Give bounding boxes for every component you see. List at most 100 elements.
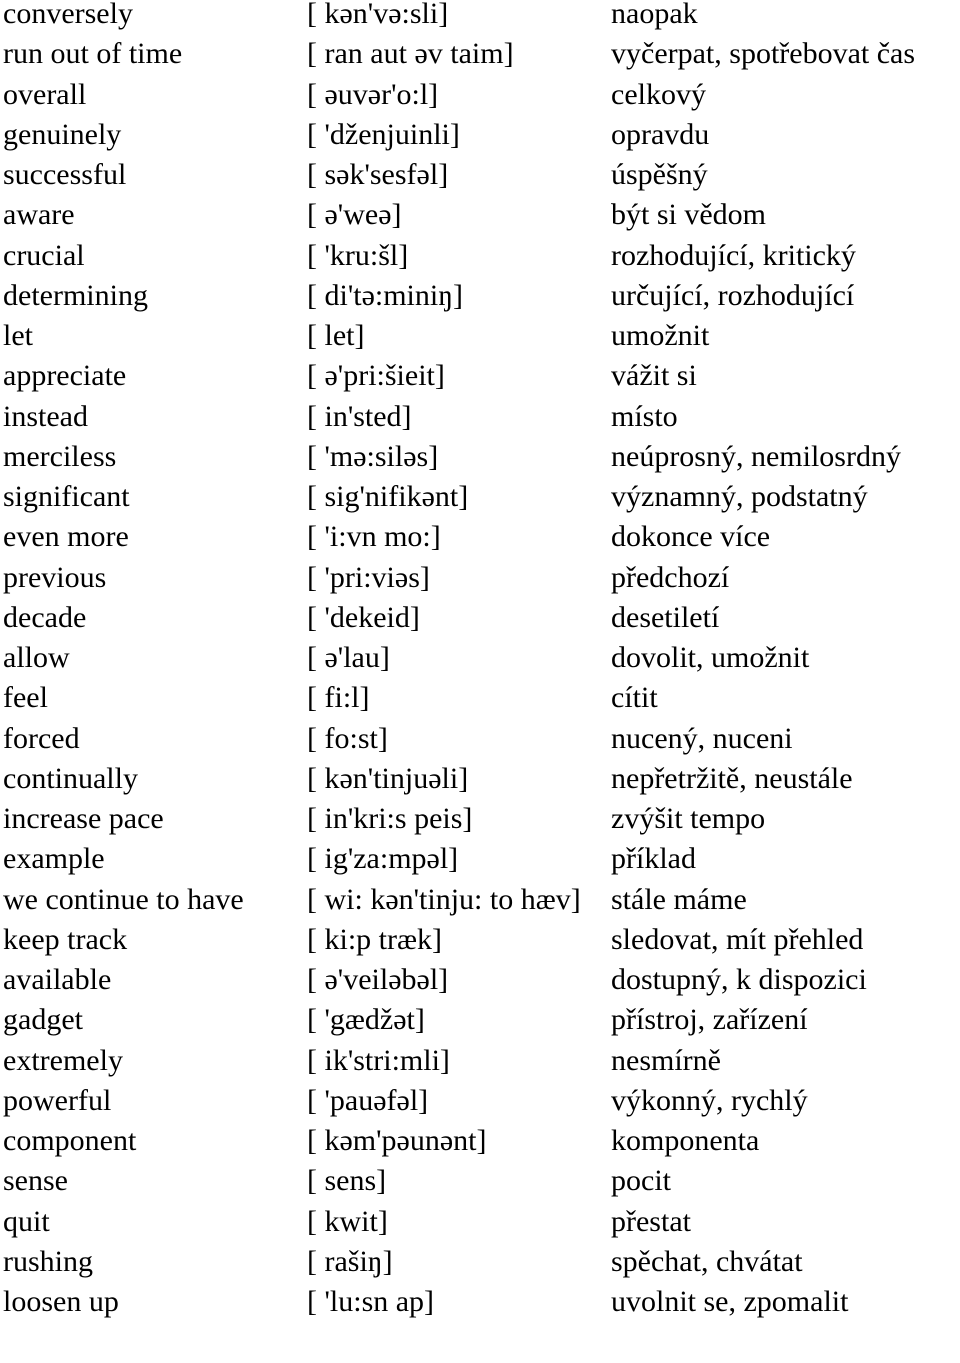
pronunciation: [ ə'lau] [307,641,390,674]
vocabulary-row: increase pace [ in'kri:s peis] zvýšit te… [0,799,960,839]
pronunciation: [ 'dženjuinli] [307,117,460,151]
pronunciation: [ ran aut əv taim] [307,37,514,71]
pronunciation: [ ik'stri:mli] [307,1043,450,1077]
vocabulary-row: component [ kəm'pəunənt] komponenta [0,1121,960,1161]
pronunciation: [ ə'weə] [307,198,402,232]
pronunciation: [ 'dekeid] [307,600,420,634]
czech-translation: nepřetržitě, neustále [611,761,853,795]
english-term: decade [3,600,87,634]
czech-translation: určující, rozhodující [611,278,855,312]
czech-translation: nucený, nuceni [611,721,793,755]
english-term: increase pace [3,802,164,835]
english-term: loosen up [3,1285,119,1318]
english-term: genuinely [3,117,122,151]
czech-translation: zvýšit tempo [611,802,766,835]
czech-translation: příklad [611,842,696,876]
pronunciation: [ di'tə:miniŋ] [307,278,464,312]
czech-translation: sledovat, mít přehled [611,922,864,956]
english-term: successful [3,158,127,191]
english-term: continually [3,761,138,795]
vocabulary-row: conversely [ kən'və:sli] naopak [0,0,960,34]
czech-translation: cítit [611,681,658,715]
pronunciation: [ 'mə:siləs] [307,439,439,473]
vocabulary-row: we continue to have [ wi: kən'tinju: to … [0,880,960,920]
vocabulary-row: overall [ əuvər'o:l] celkový [0,75,960,115]
pronunciation: [ 'pri:viəs] [307,560,430,594]
pronunciation: [ ə'pri:šieit] [307,359,445,393]
czech-translation: nesmírně [611,1043,721,1077]
english-term: aware [3,198,75,232]
pronunciation: [ ig'za:mpəl] [307,842,459,876]
pronunciation: [ let] [307,319,365,352]
english-term: feel [3,681,48,715]
vocabulary-row: extremely [ ik'stri:mli] nesmírně [0,1041,960,1081]
english-term: extremely [3,1043,123,1077]
pronunciation: [ sək'sesfəl] [307,158,449,191]
czech-translation: předchozí [611,560,730,594]
english-term: powerful [3,1083,112,1117]
czech-translation: místo [611,399,678,433]
czech-translation: opravdu [611,117,710,151]
vocabulary-row: even more [ 'i:vn mo:] dokonce více [0,517,960,557]
vocabulary-row: available [ ə'veiləbəl] dostupný, k disp… [0,960,960,1000]
vocabulary-row: successful [ sək'sesfəl] úspěšný [0,155,960,195]
vocabulary-row: appreciate [ ə'pri:šieit] vážit si [0,356,960,396]
czech-translation: celkový [611,77,706,111]
pronunciation: [ rašiŋ] [307,1244,393,1278]
vocabulary-row: sense [ sens] pocit [0,1161,960,1201]
pronunciation: [ wi: kən'tinju: to hæv] [307,882,581,916]
english-term: quit [3,1204,50,1238]
pronunciation: [ 'lu:sn ap] [307,1285,435,1318]
english-term: sense [3,1164,68,1198]
pronunciation: [ kən'və:sli] [307,0,449,30]
pronunciation: [ sens] [307,1164,387,1198]
czech-translation: dostupný, k dispozici [611,963,867,996]
czech-translation: přestat [611,1204,691,1238]
czech-translation: výkonný, rychlý [611,1083,808,1117]
pronunciation: [ fi:l] [307,681,370,715]
english-term: overall [3,77,87,111]
english-term: keep track [3,922,128,956]
english-term: crucial [3,238,85,272]
vocabulary-row: genuinely [ 'dženjuinli] opravdu [0,115,960,155]
pronunciation: [ əuvər'o:l] [307,77,439,111]
vocabulary-row: let [ let] umožnit [0,316,960,356]
czech-translation: vážit si [611,359,697,393]
english-term: component [3,1124,137,1157]
english-term: determining [3,278,148,312]
english-term: even more [3,520,129,554]
vocabulary-row: rushing [ rašiŋ] spěchat, chvátat [0,1242,960,1282]
vocabulary-row: keep track [ ki:p træk] sledovat, mít př… [0,920,960,960]
vocabulary-row: feel [ fi:l] cítit [0,678,960,718]
vocabulary-row: gadget [ 'gædžət] přístroj, zařízení [0,1000,960,1040]
english-term: appreciate [3,359,127,393]
english-term: example [3,842,105,876]
pronunciation: [ ki:p træk] [307,922,442,956]
vocabulary-row: previous [ 'pri:viəs] předchozí [0,558,960,598]
english-term: rushing [3,1244,93,1278]
pronunciation: [ 'pauəfəl] [307,1083,429,1117]
pronunciation: [ kwit] [307,1204,388,1238]
czech-translation: pocit [611,1164,671,1198]
czech-translation: rozhodující, kritický [611,238,856,272]
pronunciation: [ sig'nifikənt] [307,480,469,513]
english-term: run out of time [3,37,183,71]
vocabulary-row: significant [ sig'nifikənt] významný, po… [0,477,960,517]
english-term: we continue to have [3,882,244,916]
english-term: merciless [3,439,117,473]
czech-translation: dokonce více [611,520,771,554]
vocabulary-row: run out of time [ ran aut əv taim] vyčer… [0,34,960,74]
english-term: gadget [3,1003,83,1037]
vocabulary-row: determining [ di'tə:miniŋ] určující, roz… [0,276,960,316]
czech-translation: uvolnit se, zpomalit [611,1285,849,1318]
english-term: available [3,963,112,996]
vocabulary-row: forced [ fo:st] nucený, nuceni [0,719,960,759]
vocabulary-row: merciless [ 'mə:siləs] neúprosný, nemilo… [0,437,960,477]
czech-translation: dovolit, umožnit [611,641,810,674]
vocabulary-row: quit [ kwit] přestat [0,1202,960,1242]
pronunciation: [ kəm'pəunənt] [307,1124,487,1157]
english-term: significant [3,480,130,513]
pronunciation: [ 'gædžət] [307,1003,425,1037]
vocabulary-row: aware [ ə'weə] být si vědom [0,195,960,235]
czech-translation: neúprosný, nemilosrdný [611,439,901,473]
